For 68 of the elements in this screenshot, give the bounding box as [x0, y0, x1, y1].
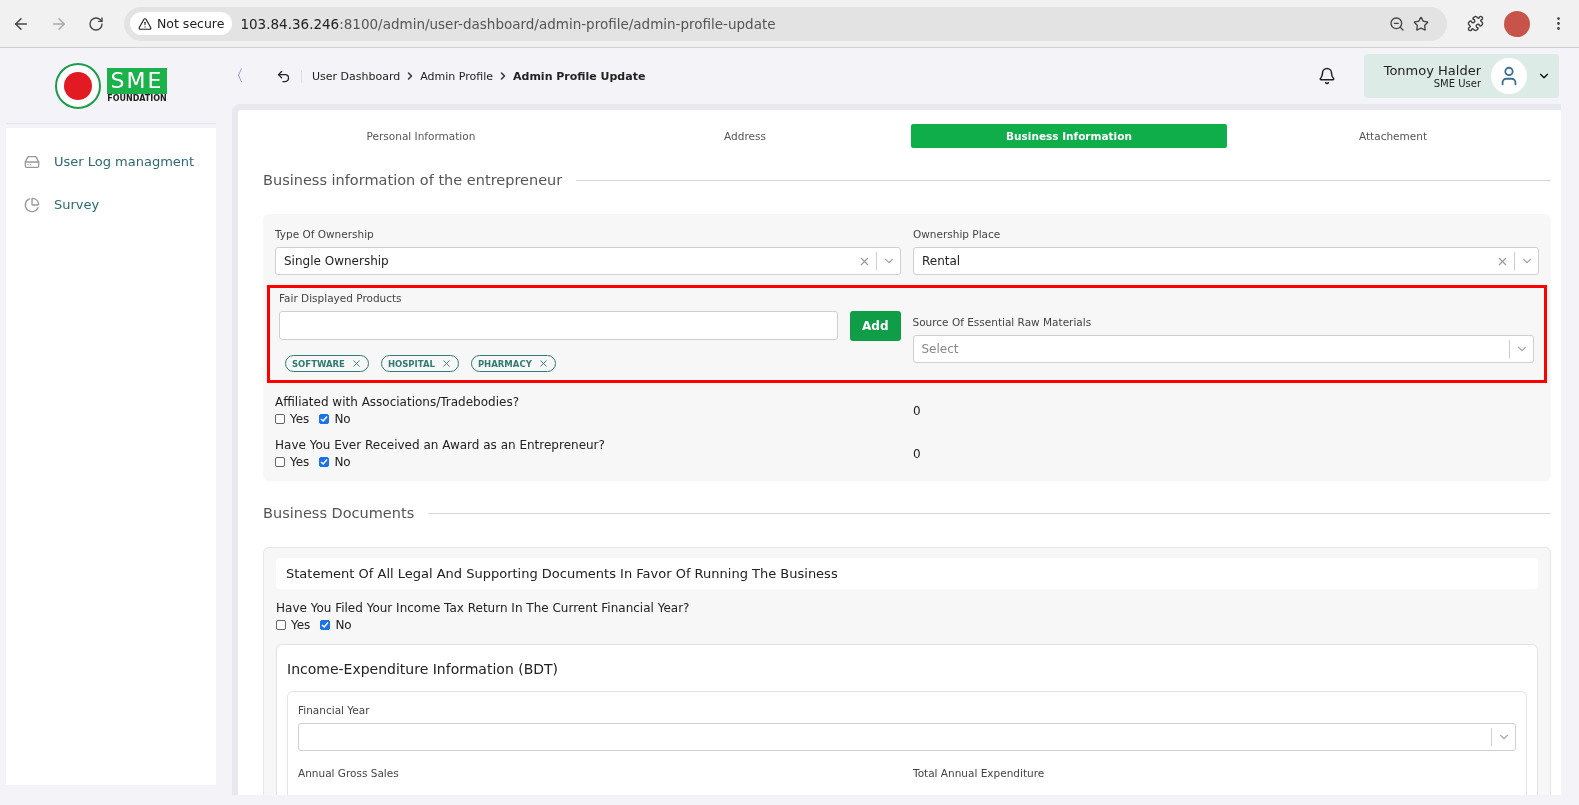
user-name: Tonmoy Halder [1383, 63, 1481, 78]
checkbox-option[interactable]: No [320, 618, 352, 632]
pie-chart-icon [24, 196, 40, 213]
reload-icon[interactable] [88, 15, 104, 32]
value-text: 0 [913, 403, 922, 418]
zoom-out-icon[interactable] [1389, 15, 1405, 32]
section-title: Business Documents [263, 505, 415, 521]
undo-arrow-icon[interactable] [276, 68, 291, 84]
question-text: Have You Ever Received an Award as an Entrepreneur? [275, 438, 606, 452]
field-label: Ownership Place [913, 228, 1002, 240]
warning-icon [138, 16, 152, 31]
field-label: Annual Gross Sales [298, 767, 400, 779]
input-field[interactable] [279, 311, 839, 340]
bell-icon[interactable] [1317, 67, 1336, 85]
question-text: Have You Filed Your Income Tax Return In The Current Financial Year? [276, 601, 691, 615]
placeholder-text: Select [921, 342, 960, 356]
field-label: Type Of Ownership [275, 228, 375, 240]
field-label: Fair Displayed Products [279, 292, 403, 304]
value-text: 0 [913, 446, 922, 461]
section-title: Business information of the entrepreneur [263, 172, 563, 188]
tab[interactable]: Personal Information [263, 124, 579, 148]
select-field[interactable] [298, 723, 1516, 751]
tab[interactable]: Attachement [1235, 124, 1551, 148]
checkbox[interactable] [276, 620, 286, 630]
checkbox[interactable] [319, 457, 330, 467]
breadcrumb-link[interactable]: User Dashboard [312, 69, 401, 83]
user-menu[interactable]: Tonmoy Halder SME User [1363, 54, 1559, 98]
close-icon[interactable] [440, 358, 452, 369]
select-field[interactable]: Select [912, 335, 1534, 363]
panel-title: Income-Expenditure Information (BDT) [287, 661, 560, 677]
checkbox[interactable] [320, 620, 331, 630]
checkbox[interactable] [319, 414, 330, 424]
tab[interactable]: Address [587, 124, 903, 148]
sidebar-item[interactable]: Survey [6, 183, 216, 226]
profile-avatar[interactable] [1504, 10, 1530, 37]
drive-icon [24, 153, 40, 170]
checkbox-option[interactable]: Yes [275, 455, 310, 469]
security-chip[interactable]: Not secure [130, 12, 233, 35]
user-avatar-icon [1491, 58, 1527, 94]
add-button[interactable]: Add [850, 311, 901, 341]
breadcrumb-link[interactable]: Admin Profile Update [513, 69, 646, 83]
checkbox-option[interactable]: Yes [275, 412, 310, 426]
user-role: SME User [1433, 78, 1481, 89]
checkbox-option[interactable]: Yes [276, 618, 311, 632]
breadcrumb-link[interactable]: Admin Profile [420, 69, 493, 83]
select-value: Single Ownership [284, 254, 390, 268]
field-label: Total Annual Expenditure [913, 767, 1046, 779]
checkbox-option[interactable]: No [319, 412, 351, 426]
star-icon[interactable] [1413, 15, 1429, 32]
field-label: Financial Year [298, 704, 371, 716]
close-icon[interactable] [537, 358, 549, 369]
close-icon[interactable] [350, 358, 362, 369]
select-field[interactable]: Single Ownership [275, 247, 901, 275]
checkbox[interactable] [275, 457, 285, 467]
checkbox[interactable] [275, 414, 285, 424]
question-text: Affiliated with Associations/Tradebodies? [275, 395, 520, 409]
select-field[interactable]: Rental [913, 247, 1539, 275]
puzzle-icon[interactable] [1467, 15, 1484, 32]
select-value: Rental [922, 254, 962, 268]
sidebar-item[interactable]: User Log managment [6, 140, 216, 183]
url-text: 103.84.36.246:8100/admin/user-dashboard/admin-profile/admin-profile-update [240, 15, 777, 32]
logo-subtitle: FOUNDATION [107, 94, 167, 103]
field-label: Source Of Essential Raw Materials [912, 316, 1093, 328]
checkbox-option[interactable]: No [319, 455, 351, 469]
logo-text: SME [106, 68, 168, 94]
statement-heading: Statement Of All Legal And Supporting Documents In Favor Of Running The Business [276, 558, 1538, 589]
collapse-button[interactable]: 〈 [228, 65, 266, 87]
address-bar[interactable]: Not secure 103.84.36.246:8100/admin/user-dashboard/admin-profile/admin-profile-update [124, 6, 1447, 41]
